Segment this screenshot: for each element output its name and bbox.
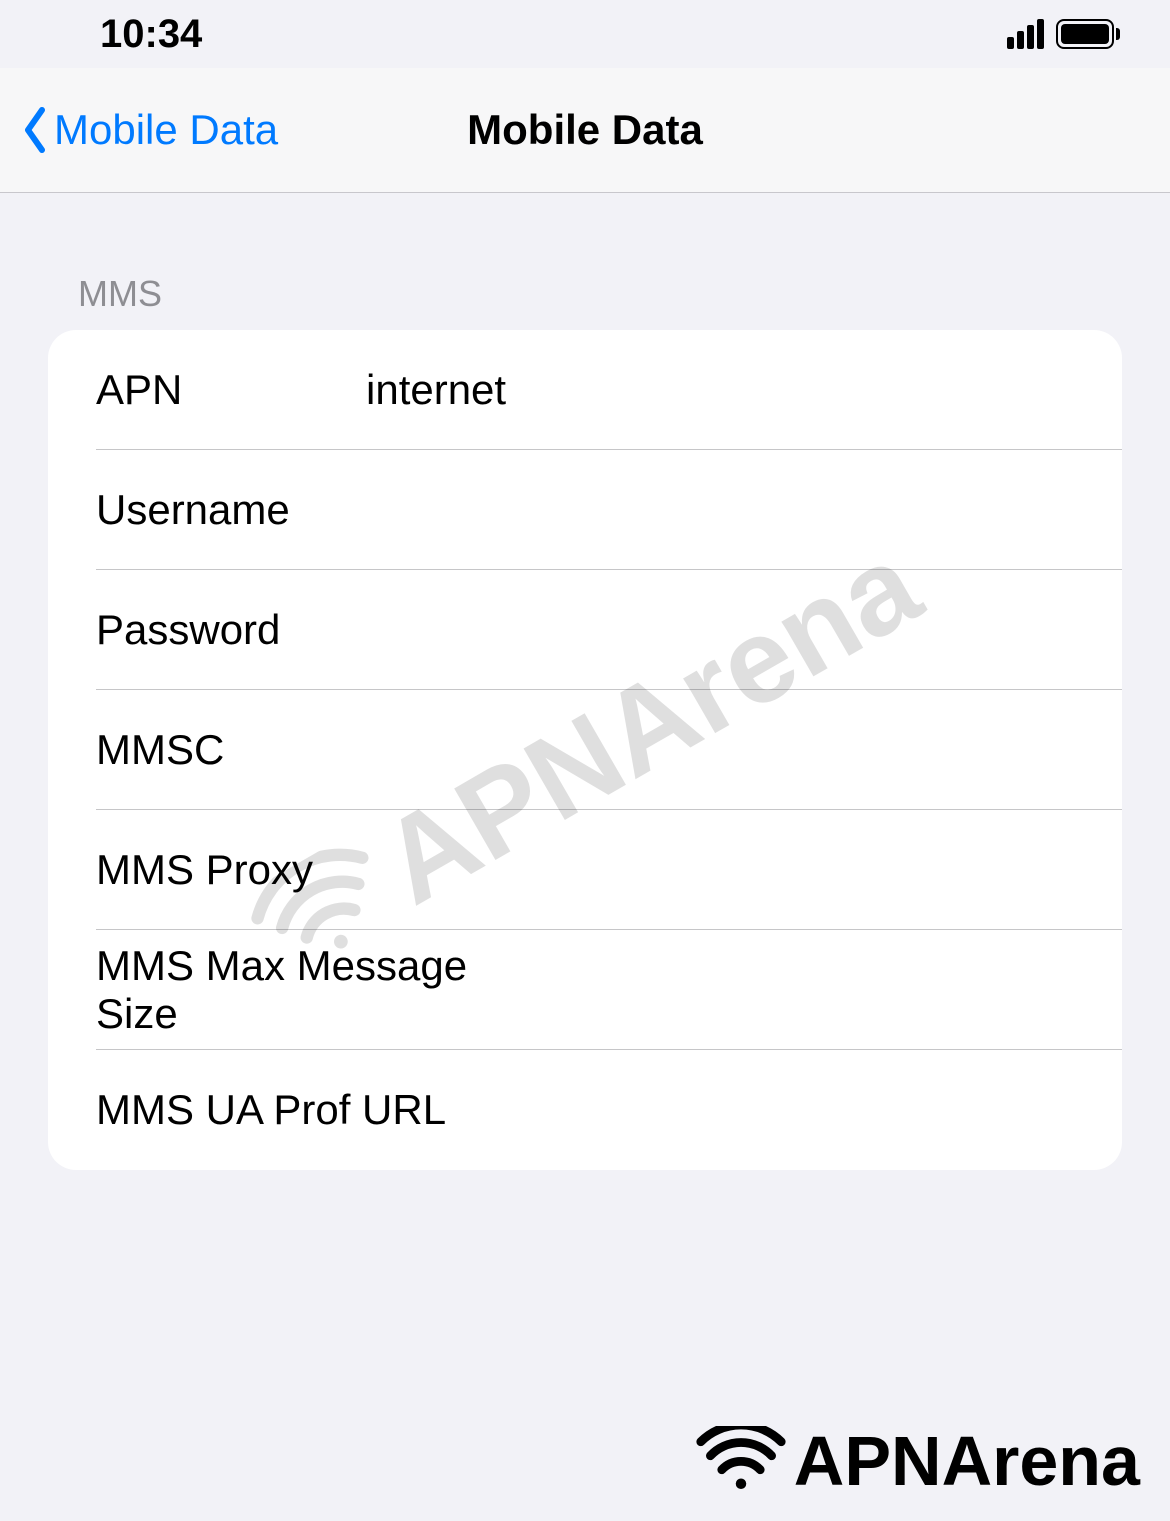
cellular-signal-icon — [1007, 19, 1044, 49]
navigation-bar: Mobile Data Mobile Data — [0, 68, 1170, 193]
status-indicators — [1007, 19, 1120, 49]
input-mms-max-size[interactable] — [531, 966, 1122, 1014]
label-mms-ua-prof: MMS UA Prof URL — [96, 1086, 446, 1134]
input-mmsc[interactable] — [336, 726, 1122, 774]
label-mms-max-size: MMS Max Message Size — [96, 942, 531, 1038]
label-mmsc: MMSC — [96, 726, 336, 774]
back-label: Mobile Data — [54, 106, 278, 154]
row-mms-max-size: MMS Max Message Size — [48, 930, 1122, 1050]
row-apn: APN — [48, 330, 1122, 450]
page-title: Mobile Data — [467, 106, 703, 154]
input-mms-ua-prof[interactable] — [446, 1086, 1122, 1134]
wifi-icon — [696, 1426, 786, 1496]
row-password: Password — [48, 570, 1122, 690]
row-mms-proxy: MMS Proxy — [48, 810, 1122, 930]
label-username: Username — [96, 486, 336, 534]
input-mms-proxy[interactable] — [313, 846, 1122, 894]
footer-brand-text: APNArena — [794, 1421, 1140, 1501]
label-apn: APN — [96, 366, 336, 414]
input-username[interactable] — [336, 486, 1122, 534]
back-button[interactable]: Mobile Data — [20, 105, 278, 155]
content: MMS APN Username Password MMSC MMS Proxy — [0, 193, 1170, 1170]
label-password: Password — [96, 606, 336, 654]
status-bar: 10:34 — [0, 0, 1170, 68]
status-time: 10:34 — [100, 12, 202, 57]
chevron-left-icon — [20, 105, 50, 155]
footer-logo: APNArena — [696, 1421, 1140, 1501]
label-mms-proxy: MMS Proxy — [96, 846, 313, 894]
row-mms-ua-prof: MMS UA Prof URL — [48, 1050, 1122, 1170]
input-password[interactable] — [336, 606, 1122, 654]
battery-icon — [1056, 19, 1120, 49]
row-username: Username — [48, 450, 1122, 570]
row-mmsc: MMSC — [48, 690, 1122, 810]
input-apn[interactable] — [336, 366, 1122, 414]
settings-group-mms: APN Username Password MMSC MMS Proxy MMS… — [48, 330, 1122, 1170]
section-header-mms: MMS — [48, 193, 1122, 330]
